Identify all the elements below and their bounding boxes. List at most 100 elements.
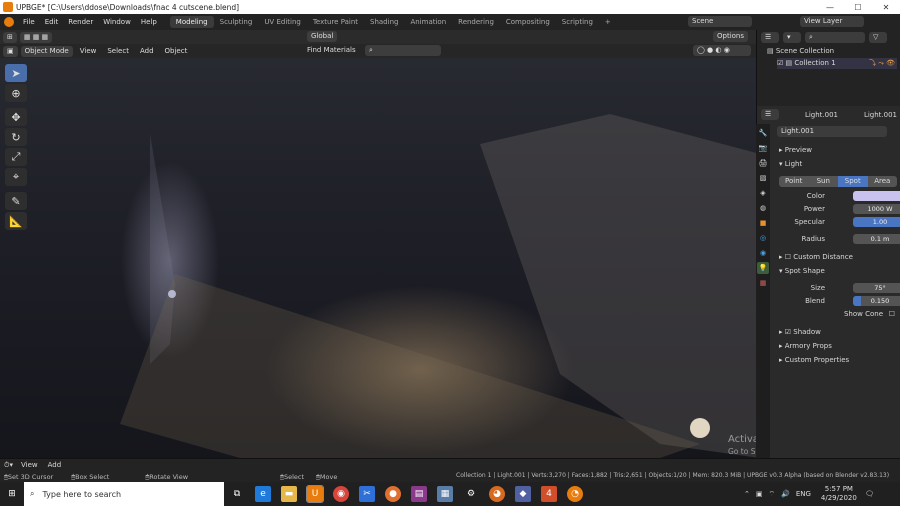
scene-collection-row[interactable]: ▤ Scene Collection <box>767 46 834 57</box>
object-tab-icon[interactable]: ■ <box>757 217 769 229</box>
maximize-button[interactable]: ☐ <box>844 0 872 14</box>
transform-tool-icon[interactable]: ⌖ <box>5 168 27 186</box>
editor-type-icon[interactable]: ⊞ <box>3 31 17 43</box>
scene-selector[interactable]: Scene <box>688 16 752 27</box>
tab-sculpting[interactable]: Sculpting <box>214 16 259 28</box>
close-button[interactable]: ✕ <box>872 0 900 14</box>
tab-rendering[interactable]: Rendering <box>452 16 500 28</box>
light-type-point[interactable]: Point <box>779 176 809 187</box>
find-materials-label[interactable]: Find Materials <box>303 45 360 56</box>
tab-animation[interactable]: Animation <box>404 16 452 28</box>
taskbar-search[interactable]: ⌕ Type here to search <box>24 482 224 506</box>
upbge-icon[interactable]: U <box>306 485 324 503</box>
custom-properties-panel[interactable]: ▸ Custom Properties <box>779 354 897 366</box>
output-tab-icon[interactable]: 🖨 <box>757 157 769 169</box>
app3-icon[interactable]: ◆ <box>515 486 531 502</box>
windows-start-icon[interactable]: ⊞ <box>0 486 24 502</box>
edge-icon[interactable]: e <box>255 486 271 502</box>
blend-slider[interactable]: 0.150 <box>853 296 900 306</box>
radius-field[interactable]: 0.1 m <box>853 234 900 244</box>
power-field[interactable]: 1000 W <box>853 204 900 214</box>
move-tool-icon[interactable]: ✥ <box>5 108 27 126</box>
collection-row[interactable]: ☑ ▤ Collection 1 ⤵ ⤳ 👁 <box>777 58 897 69</box>
notification-icon[interactable]: 🗨 <box>865 490 874 498</box>
render-tab-icon[interactable]: 📷 <box>757 142 769 154</box>
cursor-tool-icon[interactable]: ⊕ <box>5 84 27 102</box>
viewport-shading[interactable]: ◯ ● ◐ ◉ <box>693 45 751 56</box>
select-tool-icon[interactable]: ➤ <box>5 64 27 82</box>
color-swatch[interactable] <box>853 191 900 201</box>
3d-viewport[interactable]: ▣ Object Mode View Select Add Object Fin… <box>0 30 756 458</box>
select-tool-mode[interactable]: ▦ ▦ ▦ <box>19 31 53 43</box>
tab-uv-editing[interactable]: UV Editing <box>258 16 307 28</box>
menu-edit[interactable]: Edit <box>40 18 64 26</box>
timeline-editor-icon[interactable]: ⏱▾ <box>4 461 13 470</box>
view-layer-selector[interactable]: View Layer <box>800 16 864 27</box>
light-type-spot[interactable]: Spot <box>838 176 868 187</box>
world-tab-icon[interactable]: ◍ <box>757 202 769 214</box>
physics-tab-icon[interactable]: ◎ <box>757 232 769 244</box>
armory-props-panel[interactable]: ▸ Armory Props <box>779 340 897 352</box>
menu-help[interactable]: Help <box>136 18 162 26</box>
header-menu-view[interactable]: View <box>76 46 101 57</box>
tab-scripting[interactable]: Scripting <box>556 16 599 28</box>
footer-add-menu[interactable]: Add <box>48 461 62 469</box>
settings-icon[interactable]: ⚙ <box>463 486 479 502</box>
winrar-icon[interactable]: ▤ <box>411 486 427 502</box>
tab-texture-paint[interactable]: Texture Paint <box>307 16 364 28</box>
preview-panel[interactable]: ▸ Preview <box>779 144 897 156</box>
tray-app-icon[interactable]: ▣ <box>756 490 763 498</box>
light-type-area[interactable]: Area <box>867 176 897 187</box>
scene-tab-icon[interactable]: ◈ <box>757 187 769 199</box>
constraints-tab-icon[interactable]: ◉ <box>757 247 769 259</box>
spot-shape-panel[interactable]: ▾ Spot Shape <box>779 265 897 277</box>
checkbox-icon[interactable]: ☑ ▤ <box>777 59 794 67</box>
annotate-tool-icon[interactable]: ✎ <box>5 192 27 210</box>
volume-icon[interactable]: 🔊 <box>781 490 790 498</box>
light-type-sun[interactable]: Sun <box>808 176 838 187</box>
tab-shading[interactable]: Shading <box>364 16 404 28</box>
texture-tab-icon[interactable]: ▦ <box>757 277 769 289</box>
header-menu-add[interactable]: Add <box>136 46 158 57</box>
menu-file[interactable]: File <box>18 18 40 26</box>
chrome-icon[interactable]: ◉ <box>333 486 349 502</box>
options-button[interactable]: Options <box>713 31 749 42</box>
app4-icon[interactable]: 4 <box>541 486 557 502</box>
outliner-editor-type[interactable]: ☰ <box>761 32 779 43</box>
display-mode-selector[interactable]: ▾ <box>783 32 801 43</box>
header-menu-select[interactable]: Select <box>103 46 133 57</box>
show-cone-checkbox[interactable]: ☐ <box>889 308 895 320</box>
add-workspace-button[interactable]: + <box>599 16 617 28</box>
app2-icon[interactable]: ▦ <box>437 486 453 502</box>
measure-tool-icon[interactable]: 📐 <box>5 212 27 230</box>
header-menu-object[interactable]: Object <box>161 46 192 57</box>
transform-orientation[interactable]: Global <box>307 31 338 42</box>
collection-restrict-icons[interactable]: ⤵ ⤳ 👁 <box>869 58 895 69</box>
menu-window[interactable]: Window <box>98 18 136 26</box>
size-field[interactable]: 75° <box>853 283 900 293</box>
tab-modeling[interactable]: Modeling <box>169 16 214 28</box>
custom-distance-panel[interactable]: ▸ ☐ Custom Distance <box>779 251 897 263</box>
task-view-icon[interactable]: ⧉ <box>229 486 245 502</box>
editor-type-button-2[interactable]: ▣ <box>3 45 18 57</box>
blender-icon[interactable]: ◔ <box>567 486 583 502</box>
rotate-tool-icon[interactable]: ↻ <box>5 128 27 146</box>
scale-tool-icon[interactable]: ⤢ <box>5 148 27 166</box>
specular-slider[interactable]: 1.00 <box>853 217 900 227</box>
footer-view-menu[interactable]: View <box>21 461 38 469</box>
light-datablock-selector[interactable]: Light.001 <box>777 126 887 137</box>
filter-icon[interactable]: ▽ <box>869 32 887 43</box>
file-explorer-icon[interactable]: ▬ <box>281 486 297 502</box>
blender-logo-icon[interactable] <box>4 17 14 27</box>
minimize-button[interactable]: — <box>816 0 844 14</box>
tray-chevron-icon[interactable]: ⌃ <box>744 490 750 498</box>
view-layer-tab-icon[interactable]: ▧ <box>757 172 769 184</box>
light-data-tab-icon[interactable]: 💡 <box>757 262 769 274</box>
snipping-icon[interactable]: ✂ <box>359 486 375 502</box>
app-icon[interactable]: ● <box>385 486 401 502</box>
properties-editor-type[interactable]: ☰ <box>761 109 779 120</box>
firefox-icon[interactable]: ◕ <box>489 486 505 502</box>
menu-render[interactable]: Render <box>63 18 98 26</box>
shadow-panel[interactable]: ▸ ☑ Shadow <box>779 326 897 338</box>
clock[interactable]: 5:57 PM 4/29/2020 <box>821 485 857 503</box>
